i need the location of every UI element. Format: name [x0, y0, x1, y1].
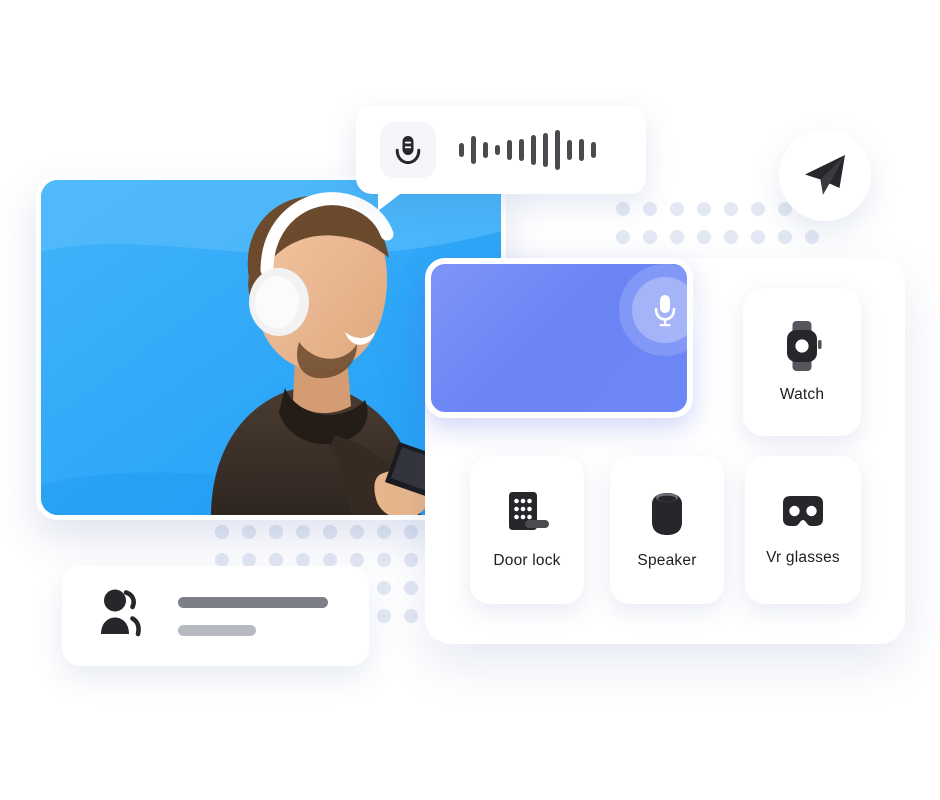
dot [616, 230, 630, 244]
dot [215, 553, 229, 567]
send-icon[interactable] [779, 129, 871, 221]
dot [404, 581, 418, 595]
contact-card[interactable] [62, 566, 369, 666]
dot [670, 230, 684, 244]
dot [643, 230, 657, 244]
waveform-bar [555, 130, 560, 170]
dot [724, 202, 738, 216]
dot [323, 525, 337, 539]
smart-speaker-icon [652, 493, 682, 535]
dot [242, 553, 256, 567]
doorlock-tile-label: Door lock [493, 552, 561, 569]
microphone-icon [654, 295, 676, 327]
contact-line-primary [178, 596, 328, 608]
dot [404, 609, 418, 623]
waveform-bar [591, 142, 596, 158]
dot [778, 230, 792, 244]
dot [296, 525, 310, 539]
voice-message-bubble[interactable] [356, 106, 646, 211]
watch-tile-label: Watch [779, 386, 825, 403]
speaker-tile[interactable]: Speaker [610, 456, 724, 604]
doorlock-tile[interactable]: Door lock [470, 456, 584, 604]
dot [751, 202, 765, 216]
dot [296, 553, 310, 567]
voice-assistant-tile[interactable] [425, 258, 905, 640]
dot [724, 230, 738, 244]
waveform-bar [471, 136, 476, 164]
dot [269, 525, 283, 539]
people-glyph [101, 589, 141, 636]
waveform-bar [579, 139, 584, 161]
microphone-glyph [395, 136, 421, 165]
waveform-bar [531, 135, 536, 165]
dot [643, 202, 657, 216]
dot [805, 230, 819, 244]
waveform-bar [543, 133, 548, 167]
waveform-bar [519, 139, 524, 161]
waveform-bar [459, 143, 464, 157]
door-lock-icon [509, 492, 549, 530]
speaker-tile-label: Speaker [637, 552, 697, 569]
dot [350, 553, 364, 567]
vr-glasses-tile[interactable]: Vr glasses [745, 456, 861, 604]
dot [215, 525, 229, 539]
people-icon [96, 586, 152, 647]
dot [616, 202, 630, 216]
dot [323, 553, 337, 567]
waveform-bar [507, 140, 512, 160]
dot [242, 525, 256, 539]
dot [670, 202, 684, 216]
contact-line-secondary [178, 624, 256, 636]
voice-waveform [459, 126, 624, 174]
dot [697, 230, 711, 244]
person-photo [211, 192, 451, 515]
waveform-bar [483, 142, 488, 158]
vr-tile-label: Vr glasses [766, 549, 840, 566]
dot [404, 525, 418, 539]
vr-glasses-icon [783, 496, 823, 526]
contact-placeholder-lines [178, 596, 328, 636]
dot [377, 525, 391, 539]
dot [377, 553, 391, 567]
dot [350, 525, 364, 539]
devices-panel: Watch Door lock Speaker Vr glasses [425, 258, 905, 644]
smartwatch-icon [787, 321, 822, 371]
dot [404, 553, 418, 567]
dot [377, 581, 391, 595]
dot [751, 230, 765, 244]
bubble-tail [378, 191, 404, 211]
paper-plane-icon [805, 155, 845, 195]
waveform-bar [495, 145, 500, 155]
waveform-bar [567, 140, 572, 160]
dot [697, 202, 711, 216]
microphone-icon[interactable] [380, 122, 436, 178]
watch-tile[interactable]: Watch [743, 288, 861, 436]
dot [377, 609, 391, 623]
illustration-stage: Watch Door lock Speaker Vr glasses [0, 0, 940, 800]
assistant-mic-button[interactable] [632, 277, 698, 343]
dot [269, 553, 283, 567]
